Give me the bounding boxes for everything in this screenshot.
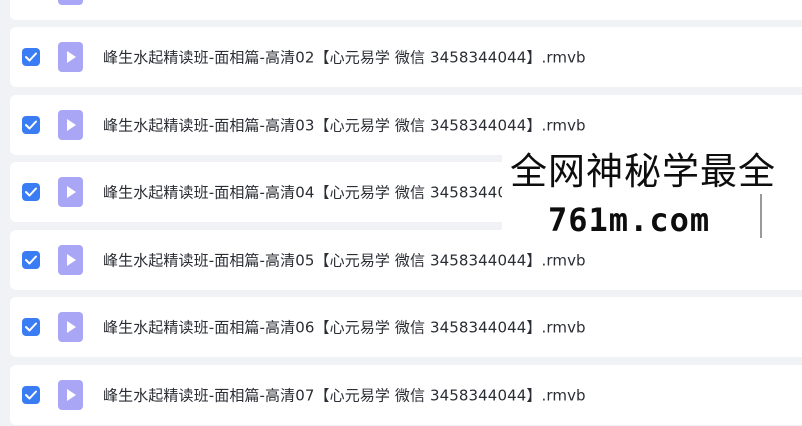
checkmark-icon (25, 52, 37, 62)
file-name[interactable]: 峰生水起精读班-面相篇-高清06【心元易学 微信 3458344044】.rmv… (103, 317, 586, 338)
row-checkbox[interactable] (22, 386, 40, 404)
row-checkbox[interactable] (22, 251, 40, 269)
video-file-icon (58, 0, 83, 5)
checkmark-icon (25, 322, 37, 332)
video-file-icon (58, 177, 83, 207)
video-file-icon (58, 245, 83, 275)
video-file-icon (58, 380, 83, 410)
file-name[interactable]: 峰生水起精读班-面相篇-高清03【心元易学 微信 3458344044】.rmv… (103, 115, 586, 136)
file-row[interactable]: 峰生水起精读班-面相篇-高清03【心元易学 微信 3458344044】.rmv… (10, 95, 802, 155)
file-row[interactable]: 峰生水起精读班-面相篇-高清07【心元易学 微信 3458344044】.rmv… (10, 365, 802, 425)
checkmark-icon (25, 187, 37, 197)
file-name[interactable]: 峰生水起精读班-面相篇-高清05【心元易学 微信 3458344044】.rmv… (103, 250, 586, 271)
file-name[interactable]: 峰生水起精读班-面相篇-高清02【心元易学 微信 3458344044】.rmv… (103, 47, 586, 68)
video-file-icon (58, 42, 83, 72)
checkmark-icon (25, 255, 37, 265)
file-name[interactable]: 峰生水起精读班-面相篇-高清07【心元易学 微信 3458344044】.rmv… (103, 385, 586, 406)
file-row[interactable]: 峰生水起精读班-面相篇-高清06【心元易学 微信 3458344044】.rmv… (10, 297, 802, 357)
video-file-icon (58, 110, 83, 140)
row-checkbox[interactable] (22, 318, 40, 336)
row-checkbox[interactable] (22, 48, 40, 66)
watermark-url: 761m.com (548, 201, 711, 239)
watermark-title: 全网神秘学最全 (510, 150, 776, 193)
watermark-overlay: 全网神秘学最全 761m.com (502, 148, 802, 246)
checkmark-icon (25, 120, 37, 130)
text-cursor (760, 194, 762, 238)
file-row[interactable] (10, 0, 802, 20)
file-row[interactable]: 峰生水起精读班-面相篇-高清02【心元易学 微信 3458344044】.rmv… (10, 27, 802, 87)
video-file-icon (58, 312, 83, 342)
row-checkbox[interactable] (22, 183, 40, 201)
row-checkbox[interactable] (22, 116, 40, 134)
checkmark-icon (25, 390, 37, 400)
